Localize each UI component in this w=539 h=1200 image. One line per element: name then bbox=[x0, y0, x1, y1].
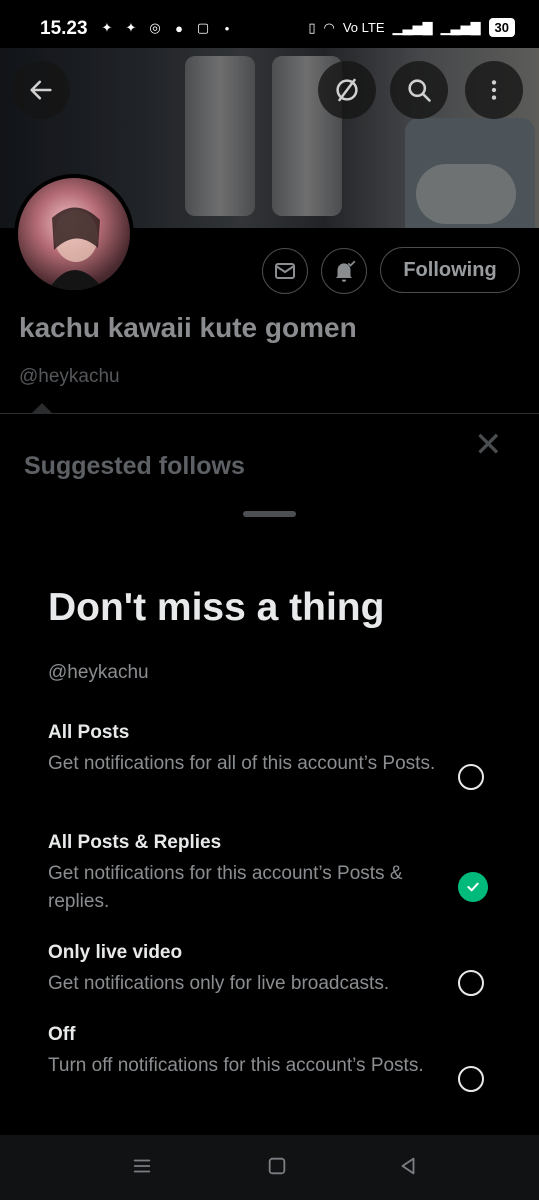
sheet-grab-handle[interactable] bbox=[243, 511, 296, 517]
back-button[interactable] bbox=[12, 61, 70, 119]
divider bbox=[0, 413, 539, 414]
option-description: Get notifications for this account’s Pos… bbox=[48, 863, 403, 912]
home-button[interactable] bbox=[266, 1155, 288, 1183]
profile-handle: @heykachu bbox=[19, 366, 120, 387]
status-time: 15.23 bbox=[40, 18, 88, 39]
battery-icon: 30 bbox=[488, 18, 515, 37]
whatsapp-icon: ◎ bbox=[149, 20, 161, 35]
option-description: Get notifications only for live broadcas… bbox=[48, 973, 390, 994]
system-back-button[interactable] bbox=[397, 1155, 419, 1183]
vibrate-icon: ▯ bbox=[308, 19, 316, 35]
avatar-image bbox=[48, 207, 104, 290]
network-label: Vo LTE bbox=[342, 20, 385, 35]
search-button[interactable] bbox=[390, 61, 448, 119]
profile-name: kachu kawaii kute gomen bbox=[19, 312, 357, 343]
option-only-live-video[interactable]: Only live video Get notifications only f… bbox=[48, 942, 508, 998]
close-icon: ✕ bbox=[474, 426, 503, 464]
suggested-follows-title: Suggested follows bbox=[24, 452, 245, 480]
radio-unchecked[interactable] bbox=[458, 970, 484, 996]
option-title: Off bbox=[48, 1024, 76, 1045]
radio-checked[interactable] bbox=[458, 872, 488, 902]
check-icon bbox=[467, 882, 479, 892]
instagram-icon: ▢ bbox=[196, 20, 210, 35]
status-bar: 15.23 ✦ ✦ ◎ ● ▢ • ▯ ◠ Vo LTE ▁▃▅▇ ▁▃▅▇ 3… bbox=[0, 0, 539, 48]
bell-check-icon bbox=[335, 260, 356, 282]
notification-icons: ✦ ✦ ◎ ● ▢ • bbox=[98, 20, 236, 36]
dot-icon: • bbox=[224, 20, 230, 36]
notification-settings-sheet: Don't miss a thing @heykachu All Posts G… bbox=[0, 490, 539, 1135]
slashed-circle-icon bbox=[336, 78, 358, 102]
game-icon: ✦ bbox=[101, 20, 113, 35]
option-title: All Posts bbox=[48, 722, 130, 743]
more-button[interactable] bbox=[465, 61, 523, 119]
notifications-button[interactable] bbox=[321, 248, 367, 294]
avatar[interactable] bbox=[14, 174, 134, 294]
option-description: Get notifications for all of this accoun… bbox=[48, 753, 436, 774]
radio-unchecked[interactable] bbox=[458, 764, 484, 790]
line-icon: ● bbox=[175, 20, 183, 36]
option-all-posts-replies[interactable]: All Posts & Replies Get notifications fo… bbox=[48, 832, 508, 916]
hide-button[interactable] bbox=[318, 61, 376, 119]
system-nav-bar bbox=[0, 1135, 539, 1200]
option-title: Only live video bbox=[48, 942, 183, 963]
more-vertical-icon bbox=[491, 80, 497, 100]
option-off[interactable]: Off Turn off notifications for this acco… bbox=[48, 1024, 508, 1092]
following-button[interactable]: Following bbox=[380, 247, 520, 293]
back-triangle-icon bbox=[401, 1157, 415, 1175]
wifi-icon: ◠ bbox=[323, 19, 335, 35]
sheet-title: Don't miss a thing bbox=[48, 586, 385, 629]
menu-icon bbox=[133, 1159, 151, 1173]
close-suggested-button[interactable]: ✕ bbox=[474, 428, 503, 462]
home-square-icon bbox=[268, 1157, 286, 1175]
option-title: All Posts & Replies bbox=[48, 832, 222, 853]
back-arrow-icon bbox=[30, 80, 52, 100]
sheet-handle: @heykachu bbox=[48, 662, 149, 683]
option-description: Turn off notifications for this account’… bbox=[48, 1055, 424, 1076]
tab-indicator bbox=[32, 403, 52, 413]
status-right: ▯ ◠ Vo LTE ▁▃▅▇ ▁▃▅▇ 30 bbox=[308, 18, 515, 37]
signal-icon: ▁▃▅▇ bbox=[392, 19, 433, 35]
recent-apps-button[interactable] bbox=[131, 1155, 153, 1183]
mail-icon bbox=[275, 263, 295, 279]
signal-icon: ▁▃▅▇ bbox=[440, 19, 481, 35]
radio-unchecked[interactable] bbox=[458, 1066, 484, 1092]
option-all-posts[interactable]: All Posts Get notifications for all of t… bbox=[48, 722, 508, 790]
message-button[interactable] bbox=[262, 248, 308, 294]
game-icon: ✦ bbox=[125, 20, 137, 35]
search-icon bbox=[408, 79, 431, 102]
